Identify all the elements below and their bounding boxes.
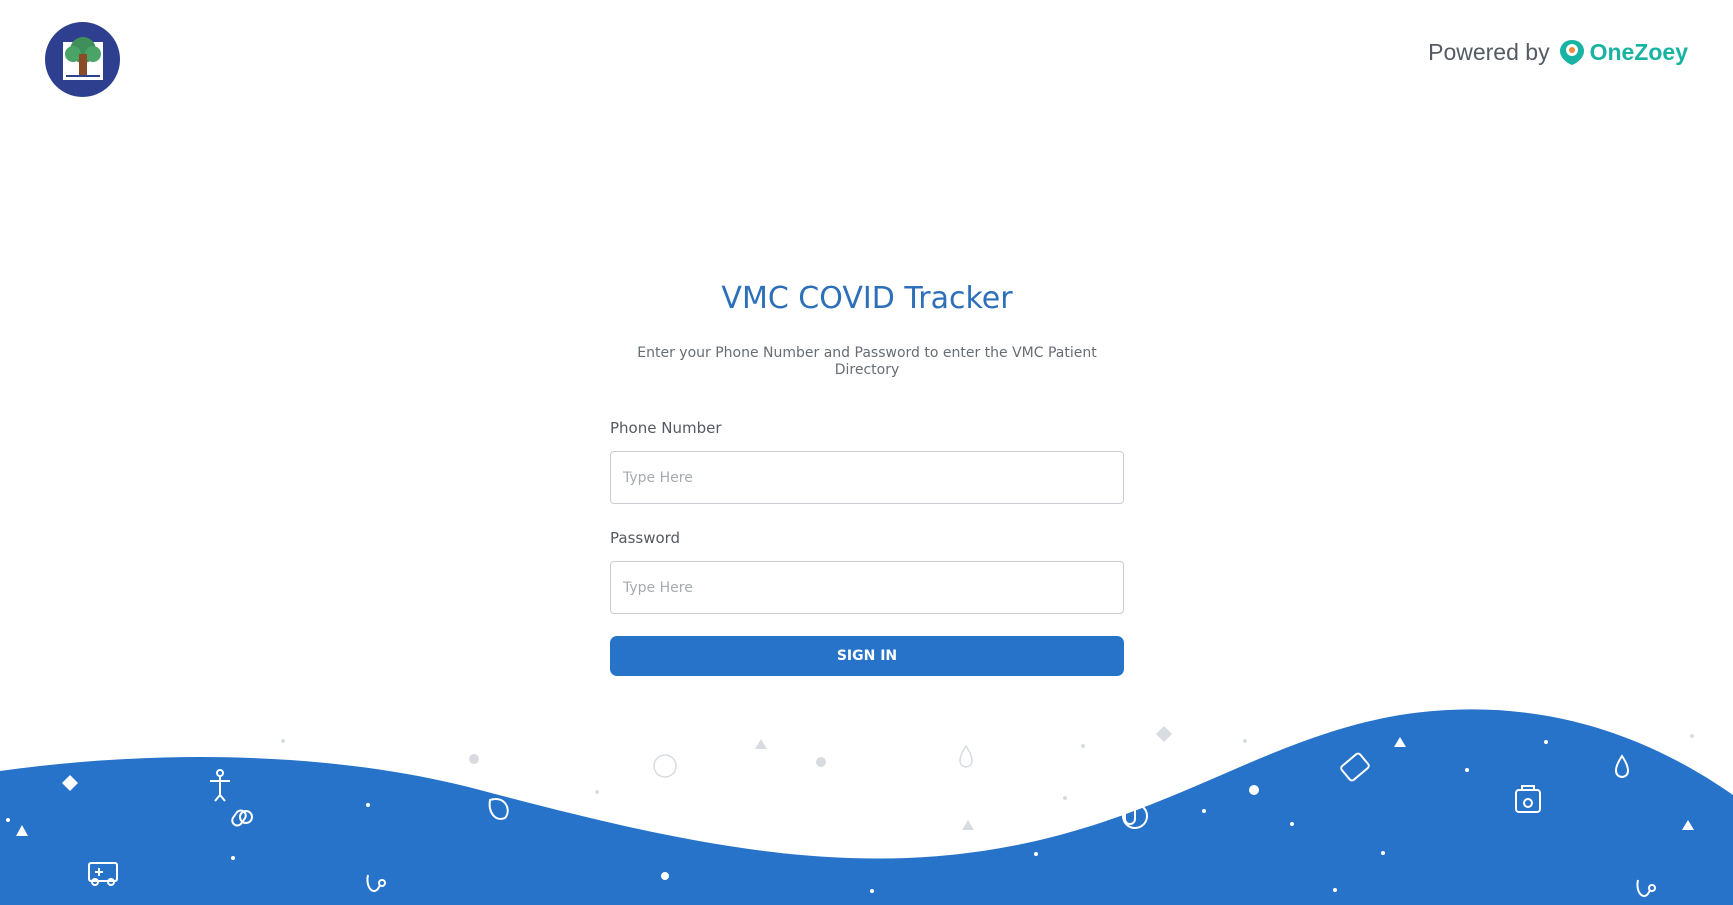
vmc-logo — [45, 22, 120, 97]
tree-icon — [62, 36, 103, 80]
login-form: VMC COVID Tracker Enter your Phone Numbe… — [610, 275, 1124, 676]
brand: OneZoey — [1558, 38, 1688, 66]
powered-by-label: Powered by — [1428, 38, 1550, 65]
login-page: Powered by OneZoey VMC COVID Tracker Ent… — [0, 0, 1733, 905]
password-input[interactable] — [610, 561, 1124, 614]
sign-in-button[interactable]: SIGN IN — [610, 636, 1124, 676]
onezoey-icon — [1558, 38, 1586, 66]
page-title: VMC COVID Tracker — [721, 281, 1013, 316]
phone-number-label: Phone Number — [610, 419, 722, 437]
page-subtitle: Enter your Phone Number and Password to … — [637, 345, 1097, 378]
wave-background — [0, 709, 1733, 905]
powered-by: Powered by OneZoey — [1428, 38, 1688, 66]
brand-name: OneZoey — [1589, 38, 1688, 65]
password-label: Password — [610, 529, 681, 547]
phone-number-input[interactable] — [610, 451, 1124, 504]
